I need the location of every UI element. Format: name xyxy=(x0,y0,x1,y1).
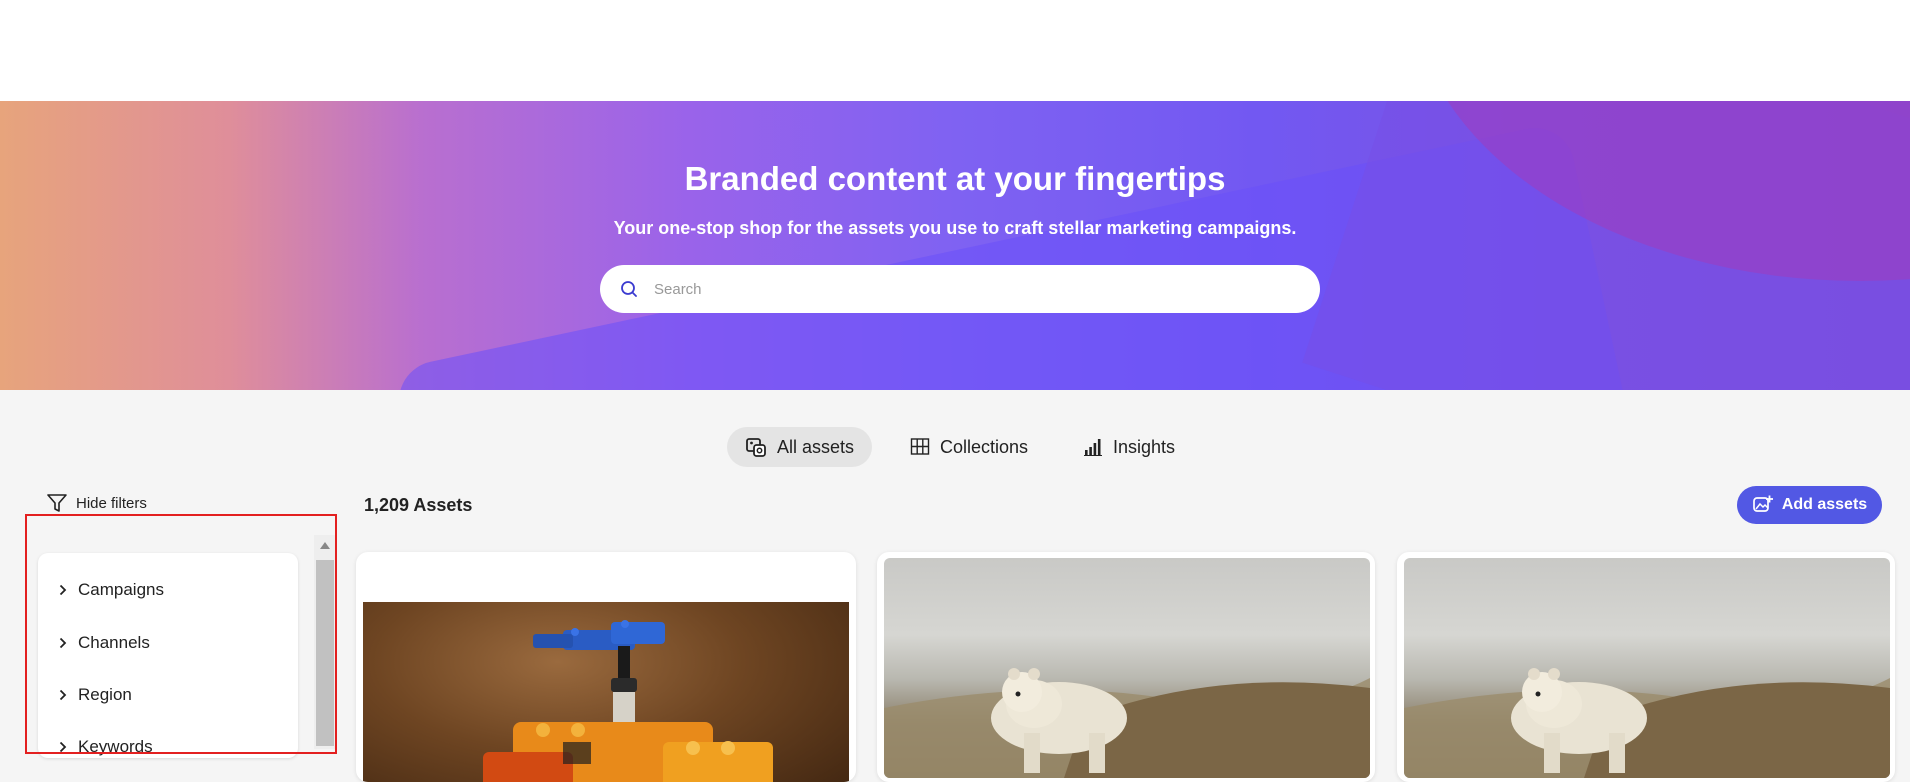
search-bar[interactable] xyxy=(600,265,1320,313)
assets-icon xyxy=(746,438,766,457)
filter-highlight-frame xyxy=(25,514,337,754)
asset-count: 1,209 Assets xyxy=(364,495,473,515)
tab-all-assets[interactable]: All assets xyxy=(727,427,872,467)
add-assets-button[interactable]: Add assets xyxy=(1737,486,1882,524)
hero-title: Branded content at your fingertips xyxy=(684,160,1226,197)
bar-chart-icon xyxy=(1084,439,1102,456)
add-assets-label: Add assets xyxy=(1781,496,1868,513)
asset-card[interactable] xyxy=(877,552,1375,782)
tab-insights[interactable]: Insights xyxy=(1083,427,1175,467)
tab-collections[interactable]: Collections xyxy=(910,427,1028,467)
polar-bear-image xyxy=(1404,668,1890,778)
tab-label: All assets xyxy=(776,436,855,457)
hero-subtitle: Your one-stop shop for the assets you us… xyxy=(613,218,1297,238)
hero-banner: Branded content at your fingertips Your … xyxy=(0,101,1910,390)
asset-card[interactable] xyxy=(1397,552,1895,782)
hide-filters-button[interactable]: Hide filters xyxy=(46,492,147,514)
filter-icon xyxy=(47,494,67,512)
polar-bear-image xyxy=(884,668,1370,778)
search-input[interactable] xyxy=(652,279,1256,299)
lego-toy-image xyxy=(483,620,773,782)
top-header-bar xyxy=(0,0,1910,101)
asset-thumbnail xyxy=(1404,558,1890,778)
asset-thumbnail xyxy=(884,558,1370,778)
add-image-icon xyxy=(1752,495,1773,512)
view-tabs: All assets Collections Insights xyxy=(0,427,1910,467)
asset-thumbnail xyxy=(363,602,849,782)
search-icon xyxy=(620,279,640,299)
grid-icon xyxy=(910,438,930,455)
asset-card[interactable] xyxy=(356,552,856,782)
tab-label: Collections xyxy=(940,436,1029,457)
hide-filters-label: Hide filters xyxy=(76,494,147,512)
tab-label: Insights xyxy=(1113,436,1176,457)
